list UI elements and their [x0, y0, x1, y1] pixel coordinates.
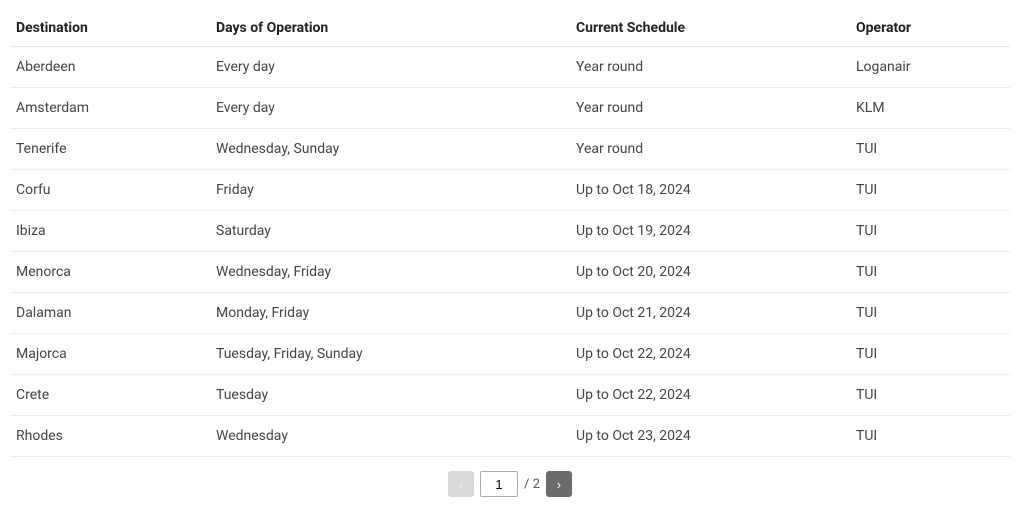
flight-schedule-table-wrap: Destination Days of Operation Current Sc…	[0, 0, 1020, 515]
cell-days: Tuesday, Friday, Sunday	[210, 334, 570, 375]
table-row: Rhodes Wednesday Up to Oct 23, 2024 TUI	[10, 416, 1010, 457]
page-total: / 2	[524, 477, 540, 492]
table-row: Tenerife Wednesday, Sunday Year round TU…	[10, 129, 1010, 170]
cell-operator: TUI	[850, 170, 1010, 211]
cell-schedule: Year round	[570, 88, 850, 129]
cell-days: Friday	[210, 170, 570, 211]
cell-days: Monday, Friday	[210, 293, 570, 334]
cell-operator: TUI	[850, 252, 1010, 293]
cell-schedule: Up to Oct 22, 2024	[570, 334, 850, 375]
cell-operator: TUI	[850, 129, 1010, 170]
table-row: Aberdeen Every day Year round Loganair	[10, 47, 1010, 88]
cell-destination: Crete	[10, 375, 210, 416]
prev-page-button: ‹	[448, 471, 474, 497]
page-separator: /	[524, 477, 529, 492]
table-row: Dalaman Monday, Friday Up to Oct 21, 202…	[10, 293, 1010, 334]
cell-schedule: Up to Oct 19, 2024	[570, 211, 850, 252]
cell-schedule: Up to Oct 22, 2024	[570, 375, 850, 416]
table-row: Majorca Tuesday, Friday, Sunday Up to Oc…	[10, 334, 1010, 375]
cell-days: Wednesday	[210, 416, 570, 457]
pagination: ‹ / 2 ›	[10, 457, 1010, 505]
cell-destination: Menorca	[10, 252, 210, 293]
cell-days: Wednesday, Friday	[210, 252, 570, 293]
page-total-value: 2	[533, 477, 540, 492]
table-body: Aberdeen Every day Year round Loganair A…	[10, 47, 1010, 457]
cell-schedule: Up to Oct 23, 2024	[570, 416, 850, 457]
cell-destination: Majorca	[10, 334, 210, 375]
header-operator[interactable]: Operator	[850, 10, 1010, 47]
cell-schedule: Up to Oct 21, 2024	[570, 293, 850, 334]
header-schedule[interactable]: Current Schedule	[570, 10, 850, 47]
page-number-input[interactable]	[480, 471, 518, 497]
cell-days: Tuesday	[210, 375, 570, 416]
cell-destination: Rhodes	[10, 416, 210, 457]
cell-schedule: Up to Oct 18, 2024	[570, 170, 850, 211]
cell-destination: Aberdeen	[10, 47, 210, 88]
cell-days: Every day	[210, 88, 570, 129]
table-header-row: Destination Days of Operation Current Sc…	[10, 10, 1010, 47]
cell-operator: TUI	[850, 293, 1010, 334]
cell-schedule: Year round	[570, 129, 850, 170]
cell-destination: Corfu	[10, 170, 210, 211]
table-row: Corfu Friday Up to Oct 18, 2024 TUI	[10, 170, 1010, 211]
cell-operator: TUI	[850, 416, 1010, 457]
table-row: Ibiza Saturday Up to Oct 19, 2024 TUI	[10, 211, 1010, 252]
cell-schedule: Up to Oct 20, 2024	[570, 252, 850, 293]
next-page-button[interactable]: ›	[546, 471, 572, 497]
cell-operator: TUI	[850, 211, 1010, 252]
cell-schedule: Year round	[570, 47, 850, 88]
cell-days: Saturday	[210, 211, 570, 252]
table-row: Menorca Wednesday, Friday Up to Oct 20, …	[10, 252, 1010, 293]
cell-destination: Ibiza	[10, 211, 210, 252]
header-days[interactable]: Days of Operation	[210, 10, 570, 47]
header-destination[interactable]: Destination	[10, 10, 210, 47]
table-row: Crete Tuesday Up to Oct 22, 2024 TUI	[10, 375, 1010, 416]
cell-operator: Loganair	[850, 47, 1010, 88]
cell-days: Wednesday, Sunday	[210, 129, 570, 170]
cell-operator: KLM	[850, 88, 1010, 129]
cell-days: Every day	[210, 47, 570, 88]
table-row: Amsterdam Every day Year round KLM	[10, 88, 1010, 129]
cell-operator: TUI	[850, 334, 1010, 375]
cell-destination: Tenerife	[10, 129, 210, 170]
cell-operator: TUI	[850, 375, 1010, 416]
flight-schedule-table: Destination Days of Operation Current Sc…	[10, 10, 1010, 457]
cell-destination: Amsterdam	[10, 88, 210, 129]
cell-destination: Dalaman	[10, 293, 210, 334]
